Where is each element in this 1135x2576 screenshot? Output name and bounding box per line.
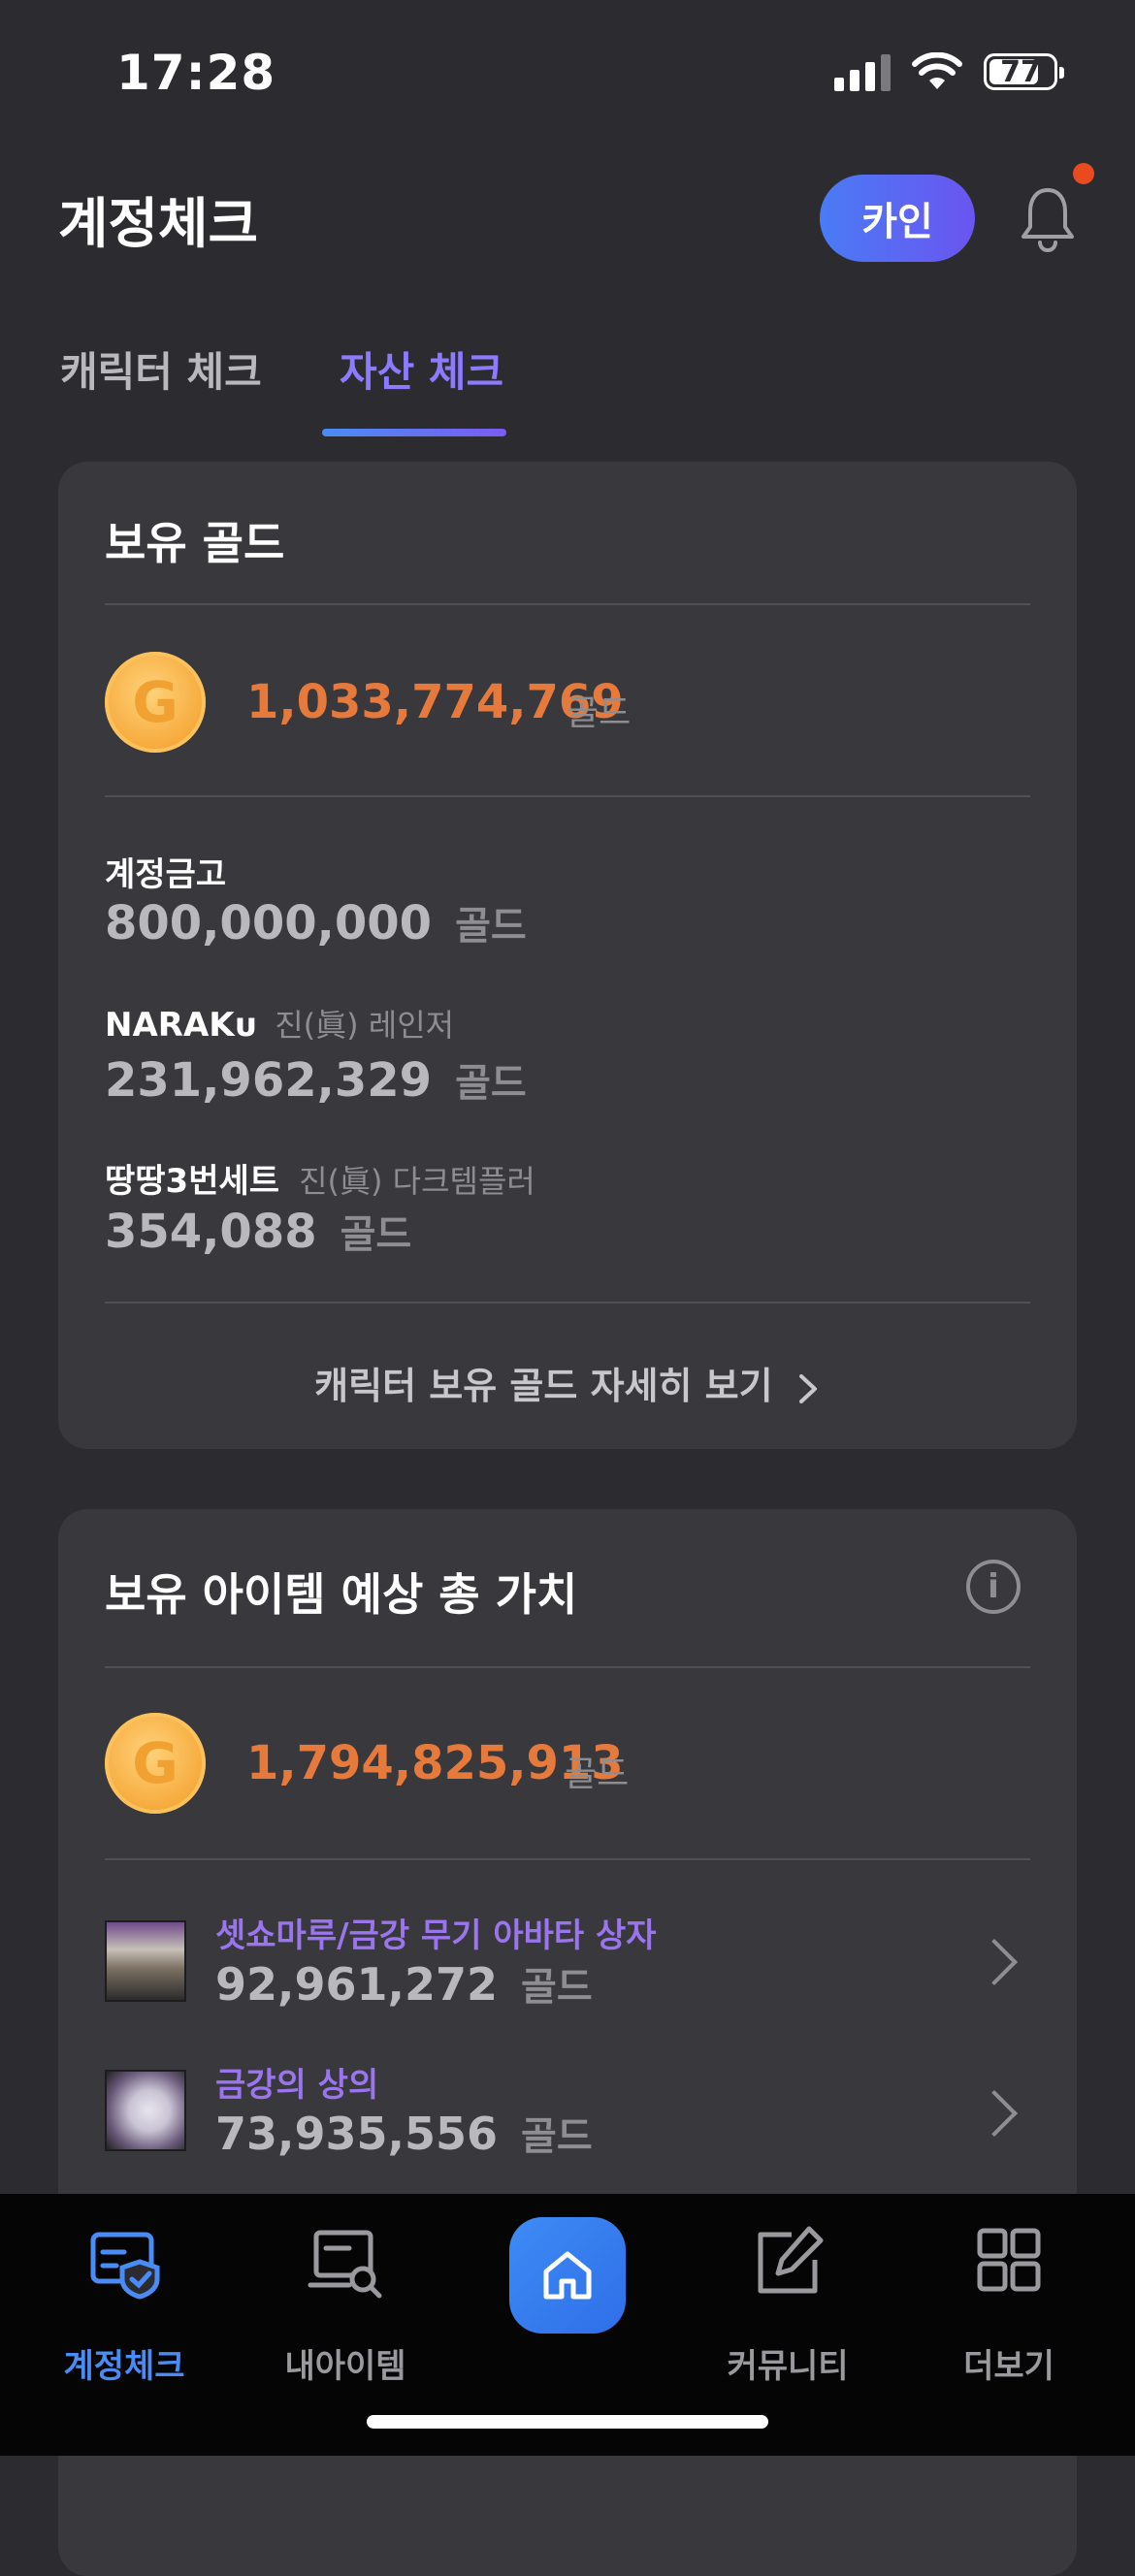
battery-icon: 77 bbox=[984, 53, 1064, 90]
nav-label: 커뮤니티 bbox=[727, 2347, 849, 2386]
grid-icon bbox=[977, 2228, 1041, 2292]
divider bbox=[105, 603, 1030, 605]
nav-label: 내아이템 bbox=[284, 2347, 406, 2386]
active-tab-indicator bbox=[322, 429, 506, 436]
tab-character-check[interactable]: 캐릭터 체크 bbox=[60, 339, 262, 399]
nav-label: 계정체크 bbox=[63, 2347, 185, 2386]
edit-icon bbox=[758, 2226, 824, 2294]
tab-asset-check[interactable]: 자산 체크 bbox=[340, 339, 503, 399]
info-icon[interactable]: i bbox=[966, 1560, 1021, 1614]
login-button[interactable]: 카인 bbox=[820, 175, 975, 262]
home-icon bbox=[543, 2251, 592, 2300]
gold-row-value: 354,088 골드 bbox=[105, 1205, 412, 1259]
gold-row-value: 231,962,329 골드 bbox=[105, 1053, 527, 1108]
gold-row-value: 800,000,000 골드 bbox=[105, 896, 527, 950]
gold-detail-link[interactable]: 캐릭터 보유 골드 자세히 보기 bbox=[58, 1356, 1077, 1409]
divider bbox=[105, 1858, 1030, 1860]
nav-label: 더보기 bbox=[963, 2347, 1054, 2386]
gold-row-name: 계정금고 bbox=[105, 855, 227, 894]
status-time: 17:28 bbox=[116, 45, 276, 101]
item-value: 73,935,556 골드 bbox=[215, 2108, 593, 2160]
item-search-icon bbox=[308, 2230, 382, 2299]
status-bar: 17:28 77 bbox=[0, 0, 1135, 145]
wifi-icon bbox=[912, 52, 962, 89]
battery-level: 77 bbox=[1000, 54, 1041, 89]
gold-coin-icon: G bbox=[105, 1713, 206, 1814]
gold-card-title: 보유 골드 bbox=[105, 517, 285, 569]
account-check-icon bbox=[90, 2232, 160, 2300]
item-total-unit: 골드 bbox=[565, 1755, 630, 1794]
bell-icon[interactable] bbox=[1019, 184, 1077, 252]
item-card-title: 보유 아이템 예상 총 가치 bbox=[105, 1568, 578, 1621]
item-name[interactable]: 금강의 상의 bbox=[215, 2058, 378, 2106]
page-title: 계정체크 bbox=[58, 193, 259, 256]
chevron-right-icon[interactable] bbox=[970, 1938, 1019, 1986]
home-indicator bbox=[367, 2415, 768, 2429]
home-button[interactable] bbox=[509, 2217, 626, 2334]
cellular-signal-icon bbox=[834, 52, 891, 91]
notification-badge bbox=[1073, 163, 1094, 184]
gold-total-unit: 골드 bbox=[567, 693, 632, 733]
item-value: 92,961,272 골드 bbox=[215, 1958, 593, 2011]
chevron-right-icon bbox=[798, 1373, 817, 1403]
item-thumbnail-avatar-box bbox=[105, 1920, 186, 2002]
gold-coin-icon: G bbox=[105, 652, 206, 753]
gold-row-name: 땅땅3번세트 진(眞) 다크템플러 bbox=[105, 1162, 535, 1201]
divider bbox=[105, 1666, 1030, 1668]
gold-card: 보유 골드 G 1,033,774,769 골드 계정금고 800,000,00… bbox=[58, 462, 1077, 1449]
chevron-right-icon[interactable] bbox=[970, 2089, 1019, 2138]
divider bbox=[105, 1302, 1030, 1304]
item-name[interactable]: 셋쇼마루/금강 무기 아바타 상자 bbox=[215, 1909, 657, 1956]
item-thumbnail-top bbox=[105, 2070, 186, 2151]
status-icons: 77 bbox=[834, 52, 1064, 91]
gold-row-name: NARAKᴜ 진(眞) 레인저 bbox=[105, 1006, 455, 1045]
divider bbox=[105, 795, 1030, 797]
